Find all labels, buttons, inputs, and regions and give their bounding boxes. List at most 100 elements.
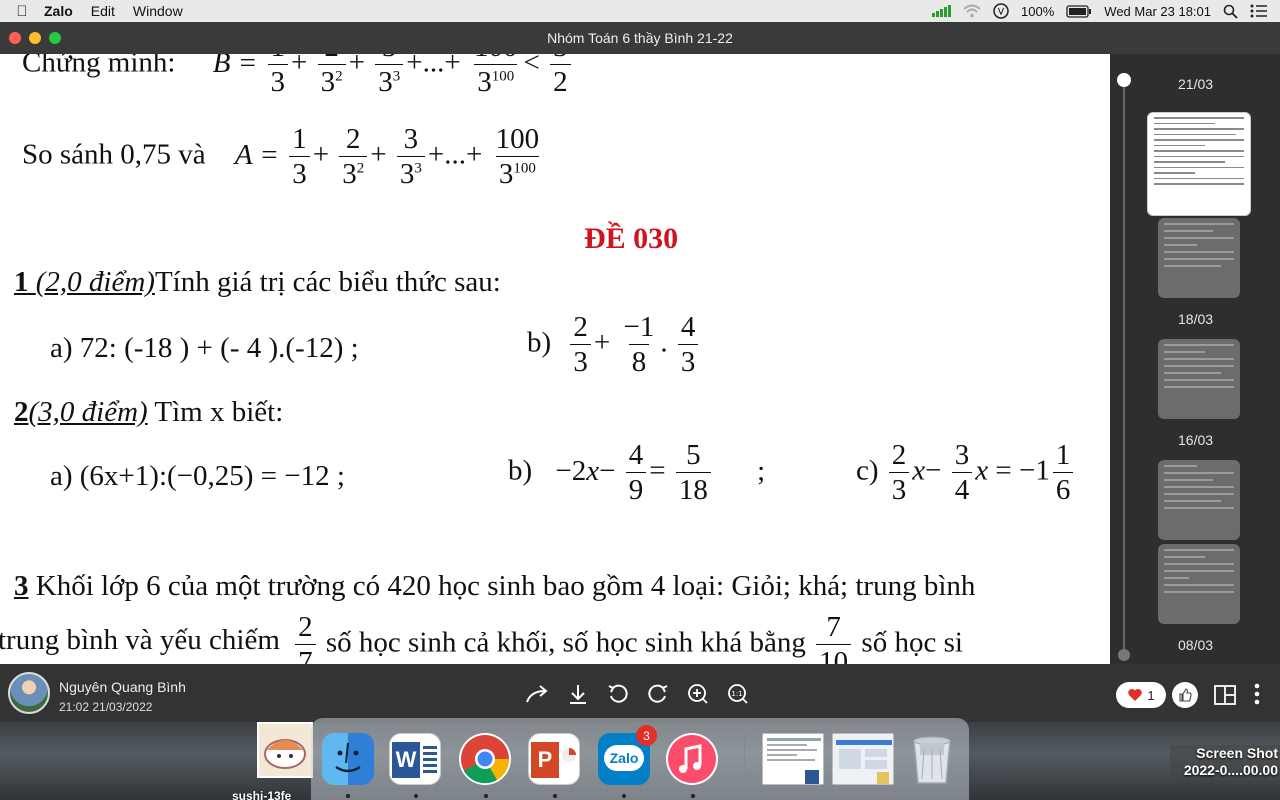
- doc-q1a: a) 72: (-18 ) + (- 4 ).(-12) ;: [50, 332, 359, 364]
- thumbnail[interactable]: [1158, 339, 1240, 419]
- window-controls: [9, 32, 61, 44]
- doc-q1-heading: 1 (2,0 điểm)Tính giá trị các biểu thức s…: [14, 266, 501, 299]
- clock[interactable]: Wed Mar 23 18:01: [1104, 4, 1211, 19]
- window-title-bar: Nhóm Toán 6 thầy Bình 21-22: [0, 22, 1280, 54]
- signal-icon[interactable]: [932, 5, 952, 17]
- dock-window-preview[interactable]: [832, 733, 894, 785]
- apple-menu-icon[interactable]: : [0, 3, 44, 20]
- doc-q1b: b) 2 3 + −1 8. 43: [527, 312, 701, 378]
- desktop-file-sushi[interactable]: [257, 722, 313, 778]
- dock-chrome[interactable]: [459, 733, 511, 785]
- share-button[interactable]: [524, 680, 552, 708]
- music-icon: [668, 735, 716, 783]
- image-viewer[interactable]: Chứng minh: B = 13+ 232+ 333+...+ 100310…: [0, 54, 1110, 664]
- svg-text:1:1: 1:1: [731, 690, 742, 698]
- doc-q2b: b) −2x− 4 9 = 5 18 ;: [508, 439, 766, 507]
- wifi-icon[interactable]: [963, 4, 981, 18]
- doc-q2-points: (3,0 điểm): [28, 396, 148, 428]
- sender-name: Nguyên Quang Bình: [59, 679, 186, 695]
- doc-text-chung-minh: Chứng minh:: [22, 54, 176, 79]
- panel-icon: [1214, 685, 1236, 705]
- dock-word[interactable]: W: [389, 733, 441, 785]
- rotate-left-icon: [608, 684, 628, 703]
- doc-q2c-label: c): [856, 454, 879, 487]
- zalo-icon: Zalo: [604, 745, 644, 771]
- viewer-info-bar: Nguyên Quang Bình 21:02 21/03/2022 1:1 1: [0, 664, 1280, 722]
- doc-q3-line2-a: trung bình và yếu chiếm: [0, 624, 280, 657]
- menu-app-name[interactable]: Zalo: [44, 3, 73, 19]
- doc-q3-line2-c: số học si: [861, 626, 963, 659]
- viewer-toolbar: 1:1: [524, 680, 752, 708]
- window-thumbnail-icon: [836, 740, 892, 784]
- download-icon: [570, 685, 586, 704]
- document-thumbnail-icon: [767, 738, 821, 784]
- menu-edit[interactable]: Edit: [91, 3, 115, 19]
- dock-separator: [744, 730, 745, 786]
- reaction-count-badge[interactable]: 1: [1116, 682, 1166, 708]
- menu-window[interactable]: Window: [133, 3, 183, 19]
- thumbnail[interactable]: [1158, 460, 1240, 540]
- doc-q3-line2: trung bình và yếu chiếm 27 số học sinh c…: [0, 612, 963, 664]
- heart-icon: [1128, 689, 1143, 701]
- battery-icon[interactable]: [1066, 4, 1092, 18]
- zoom-in-icon: [688, 684, 708, 704]
- dock-finder[interactable]: [322, 733, 374, 785]
- doc-q1-text: Tính giá trị các biểu thức sau:: [154, 266, 501, 298]
- more-vertical-icon: [1254, 683, 1260, 705]
- timeline-track[interactable]: [1123, 80, 1125, 650]
- rotate-right-button[interactable]: [644, 680, 672, 708]
- doc-q1-points: (2,0 điểm): [35, 266, 155, 298]
- running-indicator: [346, 794, 350, 798]
- desktop-file-screenshot[interactable]: Screen Shot 2022-0....00.00: [1170, 745, 1280, 779]
- timeline-end-dot[interactable]: [1118, 649, 1130, 661]
- reaction-count: 1: [1147, 687, 1155, 703]
- date-label: 18/03: [1178, 311, 1214, 327]
- unikey-icon[interactable]: V: [993, 3, 1009, 19]
- close-window-button[interactable]: [9, 32, 21, 44]
- rotate-left-button[interactable]: [604, 680, 632, 708]
- thumbnail[interactable]: [1158, 218, 1240, 298]
- dock-word-document[interactable]: [762, 733, 824, 785]
- chrome-icon: [461, 735, 510, 784]
- thumbnail-current[interactable]: [1147, 112, 1251, 216]
- like-button[interactable]: [1172, 682, 1198, 708]
- sender-avatar[interactable]: [8, 672, 50, 714]
- doc-q2b-label: b): [508, 454, 533, 487]
- minimize-window-button[interactable]: [29, 32, 41, 44]
- doc-q2a: a) (6x+1):(−0,25) = −12 ;: [50, 460, 345, 492]
- zoom-in-button[interactable]: [684, 680, 712, 708]
- date-label: 21/03: [1178, 76, 1214, 92]
- search-icon[interactable]: [1223, 4, 1238, 19]
- zoom-window-button[interactable]: [49, 32, 61, 44]
- toggle-panel-button[interactable]: [1214, 684, 1236, 711]
- window-title: Nhóm Toán 6 thầy Bình 21-22: [547, 30, 733, 46]
- word-lines-icon: [423, 746, 437, 774]
- doc-text-so-sanh: So sánh 0,75 và: [22, 138, 206, 171]
- zalo-notification-badge: 3: [636, 725, 657, 746]
- more-options-button[interactable]: [1253, 682, 1261, 711]
- dock-powerpoint[interactable]: P: [528, 733, 580, 785]
- dock-trash[interactable]: [906, 733, 958, 785]
- thumbs-up-icon: [1179, 688, 1192, 702]
- running-indicator: [691, 794, 695, 798]
- media-timeline-sidebar: 21/03 18/03 16/03 08/03: [1110, 54, 1280, 664]
- screenshot-label-line2: 2022-0....00.00: [1170, 761, 1280, 779]
- doc-exam-title: ĐỀ 030: [584, 222, 679, 255]
- pie-icon: [562, 748, 576, 762]
- sent-time: 21:02 21/03/2022: [59, 700, 153, 714]
- running-indicator: [414, 794, 418, 798]
- doc-q3-line2-b: số học sinh cả khối, số học sinh khá bằn…: [325, 626, 806, 659]
- dock-music[interactable]: [666, 733, 718, 785]
- thumbnail[interactable]: [1158, 544, 1240, 624]
- control-center-icon[interactable]: [1250, 4, 1268, 18]
- rotate-right-icon: [648, 684, 668, 703]
- doc-q2-number: 2: [14, 396, 29, 428]
- timeline-handle[interactable]: [1117, 73, 1131, 87]
- download-button[interactable]: [564, 680, 592, 708]
- status-area: V 100% Wed Mar 23 18:01: [932, 3, 1280, 19]
- actual-size-button[interactable]: 1:1: [724, 680, 752, 708]
- trash-icon: [913, 736, 951, 784]
- battery-percent: 100%: [1021, 3, 1055, 19]
- share-icon: [526, 685, 548, 703]
- date-label: 08/03: [1178, 637, 1214, 653]
